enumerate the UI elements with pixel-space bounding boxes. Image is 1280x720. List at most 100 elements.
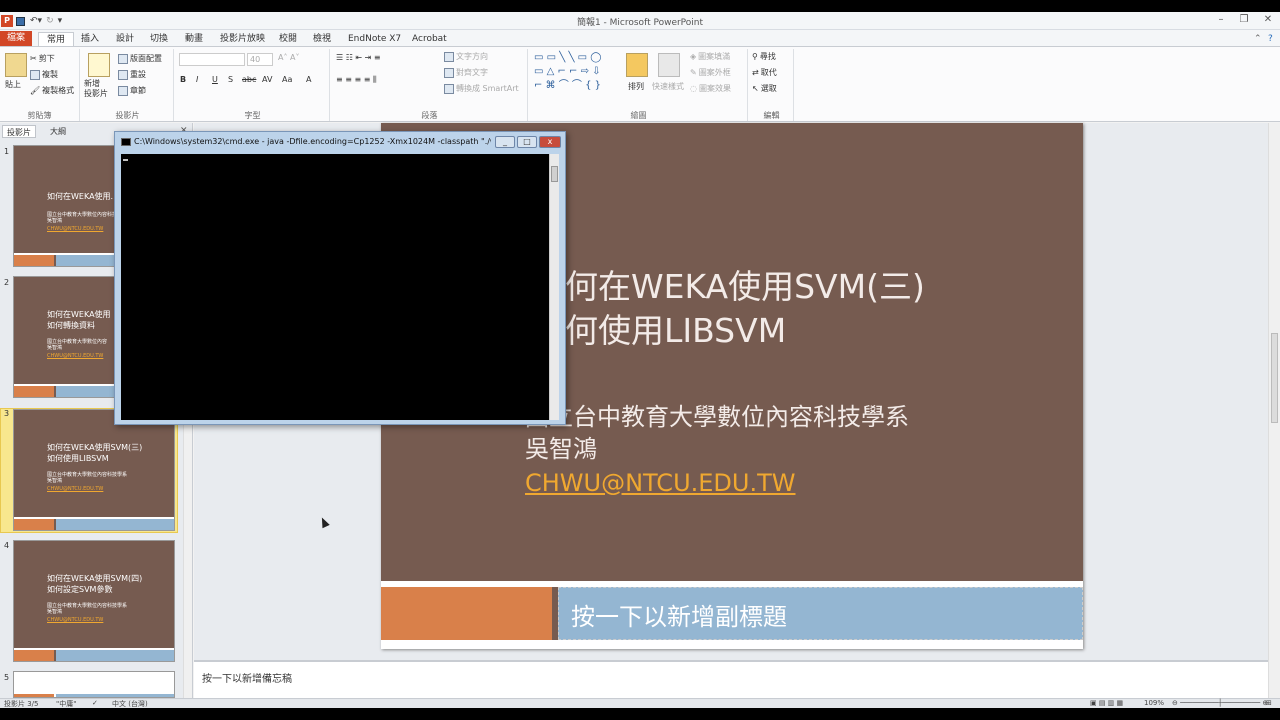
find-button[interactable]: ⚲ 尋找 <box>752 51 776 62</box>
smartart-button[interactable]: 轉換成 SmartArt <box>444 83 519 94</box>
slide-subtitle[interactable]: 國立台中教育大學數位內容科技學系 吳智鴻 <box>525 401 909 465</box>
reset-button[interactable]: 重設 <box>118 69 146 80</box>
change-case-button[interactable]: Aa <box>282 75 292 84</box>
paste-button[interactable]: 貼上 <box>5 79 21 90</box>
arrange-button[interactable]: 排列 <box>628 81 644 92</box>
tab-review[interactable]: 校閱 <box>279 32 297 46</box>
new-slide-icon[interactable] <box>88 53 110 77</box>
slide-scrollbar[interactable] <box>1268 123 1280 698</box>
thumb-title: 如何在WEKA使用 如何轉換資料 <box>47 310 111 330</box>
thumb-subtitle: 國立台中教育大學數位內容 吳智鴻 <box>47 339 108 351</box>
cmd-title-bar: C:\Windows\system32\cmd.exe - java -Dfil… <box>121 137 491 146</box>
tab-slides-pane[interactable]: 投影片 <box>2 125 36 138</box>
slide-title[interactable]: 何在WEKA使用SVM(三) 何使用LIBSVM <box>565 265 925 353</box>
slide-email-link[interactable]: CHWU@NTCU.EDU.TW <box>525 469 796 497</box>
tab-design[interactable]: 設計 <box>116 32 134 46</box>
notes-placeholder[interactable]: 按一下以新增備忘稿 <box>202 670 292 685</box>
layout-button[interactable]: 版面配置 <box>118 53 162 64</box>
cmd-minimize-button[interactable]: _ <box>495 136 515 148</box>
tab-acrobat[interactable]: Acrobat <box>412 32 447 46</box>
copy-button[interactable]: 複製 <box>30 69 58 80</box>
char-spacing-button[interactable]: AV <box>262 75 272 84</box>
cmd-window[interactable]: C:\Windows\system32\cmd.exe - java -Dfil… <box>114 131 566 425</box>
minimize-window-button[interactable]: – <box>1214 14 1228 25</box>
tab-view[interactable]: 檢視 <box>313 32 331 46</box>
slide-thumbnail-4[interactable]: 如何在WEKA使用SVM(四) 如何設定SVM參數 國立台中教育大學數位內容科技… <box>13 540 175 662</box>
cmd-scrollbar-thumb[interactable] <box>551 166 558 182</box>
shape-fill-button[interactable]: ◈ 圖案填滿 <box>690 51 730 62</box>
italic-button[interactable]: I <box>196 75 198 84</box>
restore-window-button[interactable]: ❐ <box>1237 14 1251 25</box>
replace-icon: ⇄ <box>752 68 759 77</box>
align-text-button[interactable]: 對齊文字 <box>444 67 488 78</box>
subtitle-placeholder-text[interactable]: 按一下以新增副標題 <box>571 597 787 632</box>
binoculars-icon: ⚲ <box>752 52 758 61</box>
shadow-button[interactable]: S <box>228 75 233 84</box>
status-bar: 投影片 3/5 "中庸" ✓ 中文 (台灣) ▣ ▤ ▥ ▦ 109% ⊖ ──… <box>0 698 1280 708</box>
format-painter-button[interactable]: 🖌 複製格式 <box>30 85 74 96</box>
paragraph-group: ☰ ☷ ⇤ ⇥ ≡ 文字方向 對齊文字 轉換成 SmartArt ≡ ≡ ≡ ≡… <box>332 49 528 121</box>
new-slide-button[interactable]: 新增 投影片 <box>84 79 108 99</box>
tab-home[interactable]: 常用 <box>38 32 75 46</box>
bullets-button[interactable]: ☰ ☷ ⇤ ⇥ ≡ <box>336 53 381 62</box>
text-direction-label: 文字方向 <box>456 52 488 61</box>
tab-animations[interactable]: 動畫 <box>185 32 203 46</box>
slide-number: 4 <box>4 541 10 550</box>
pen-icon: ✎ <box>690 68 697 77</box>
slide-thumbnail-3[interactable]: 如何在WEKA使用SVM(三) 如何使用LIBSVM 國立台中教育大學數位內容科… <box>13 409 175 531</box>
section-label: 章節 <box>130 86 146 95</box>
font-name-input[interactable] <box>179 53 245 66</box>
shapes-gallery[interactable]: ▭ ▭ ╲ ╲ ▭ ◯ ▭ △ ⌐ ⌐ ⇨ ⇩ ⌐ ⌘ ⌒ ⌒ { } <box>534 51 601 93</box>
slide-number: 3 <box>4 409 10 418</box>
bold-button[interactable]: B <box>180 75 186 84</box>
notes-pane[interactable]: 按一下以新增備忘稿 <box>194 660 1268 698</box>
section-button[interactable]: 章節 <box>118 85 146 96</box>
tab-transitions[interactable]: 切換 <box>150 32 168 46</box>
close-window-button[interactable]: ✕ <box>1261 14 1275 25</box>
theme-name: "中庸" <box>56 700 77 708</box>
cmd-scrollbar[interactable] <box>549 154 559 420</box>
arrange-icon[interactable] <box>626 53 648 77</box>
section-icon <box>118 85 128 96</box>
cmd-close-button[interactable]: x <box>539 136 561 148</box>
editing-group: ⚲ 尋找 ⇄ 取代 ↖ 選取 編輯 <box>750 49 794 121</box>
select-button[interactable]: ↖ 選取 <box>752 83 777 94</box>
shape-effects-button[interactable]: ◌ 圖案效果 <box>690 83 731 94</box>
thumb-band-blue <box>56 650 174 661</box>
tab-insert[interactable]: 插入 <box>81 32 99 46</box>
ribbon-minimize-icon[interactable]: ⌃ <box>1254 32 1262 46</box>
zoom-level[interactable]: 109% <box>1144 699 1164 707</box>
font-color-button[interactable]: A <box>306 75 311 84</box>
clipboard-group-label: 剪貼簿 <box>27 111 52 120</box>
shape-outline-button[interactable]: ✎ 圖案外框 <box>690 67 731 78</box>
cmd-maximize-button[interactable]: □ <box>517 136 537 148</box>
underline-button[interactable]: U <box>212 75 218 84</box>
strikethrough-button[interactable]: abc <box>242 75 256 84</box>
view-normal-icon[interactable]: ▣ ▤ ▥ ▦ <box>1090 699 1123 707</box>
text-direction-button[interactable]: 文字方向 <box>444 51 488 62</box>
tab-file[interactable]: 檔案 <box>0 31 32 46</box>
thumb-email: CHWU@NTCU.EDU.TW <box>47 486 104 492</box>
replace-button[interactable]: ⇄ 取代 <box>752 67 777 78</box>
language-indicator[interactable]: 中文 (台灣) <box>112 699 148 708</box>
help-icon[interactable]: ? <box>1268 32 1273 46</box>
window-title: 簡報1 - Microsoft PowerPoint <box>576 18 704 28</box>
smartart-label: 轉換成 SmartArt <box>456 84 519 93</box>
scrollbar-thumb[interactable] <box>1271 333 1278 423</box>
paste-icon[interactable] <box>5 53 27 77</box>
cmd-console[interactable] <box>121 154 549 420</box>
spellcheck-icon[interactable]: ✓ <box>92 699 98 707</box>
tab-outline-pane[interactable]: 大綱 <box>46 125 70 138</box>
zoom-slider[interactable]: ⊖ ─────────┼───────── ⊕ <box>1172 699 1268 707</box>
quick-styles-button[interactable]: 快速樣式 <box>652 81 684 92</box>
slide-thumbnail-5[interactable] <box>13 671 175 698</box>
tab-endnote[interactable]: EndNote X7 <box>348 32 401 46</box>
fit-slide-icon[interactable]: ⊞ <box>1266 699 1272 707</box>
cut-button[interactable]: ✂ 剪下 <box>30 53 55 64</box>
align-buttons[interactable]: ≡ ≡ ≡ ≡ ⫼ <box>336 75 377 85</box>
tab-slideshow[interactable]: 投影片放映 <box>220 32 265 46</box>
quick-styles-icon[interactable] <box>658 53 680 77</box>
font-size-input[interactable]: 40 <box>247 53 273 66</box>
drawing-group: ▭ ▭ ╲ ╲ ▭ ◯ ▭ △ ⌐ ⌐ ⇨ ⇩ ⌐ ⌘ ⌒ ⌒ { } 排列 快… <box>530 49 748 121</box>
font-size-increase-button[interactable]: A˄ A˅ <box>278 53 300 62</box>
